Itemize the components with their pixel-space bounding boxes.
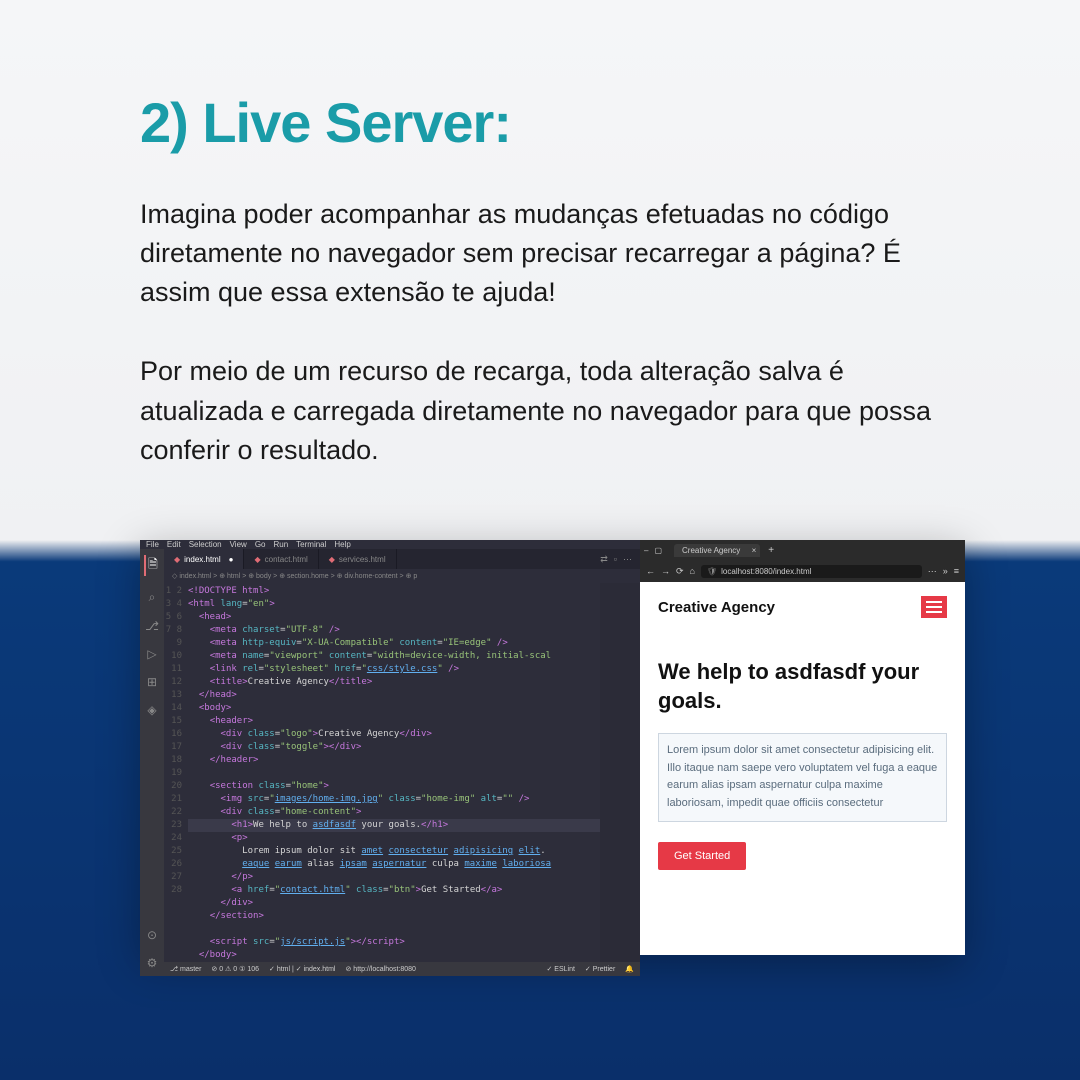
debug-icon[interactable]: ▷ [147,647,156,661]
home-icon[interactable]: ⌂ [690,566,695,576]
get-started-button[interactable]: Get Started [658,842,746,870]
explorer-icon[interactable]: 🗎 [144,555,158,576]
browser-tabstrip: – ▢ Creative Agency × + [640,540,965,560]
browser-window: – ▢ Creative Agency × + ← → ⟳ ⌂ 🛡 localh… [640,540,965,955]
back-icon[interactable]: ← [646,566,655,576]
breadcrumb[interactable]: ◇ index.html > ⊕ html > ⊕ body > ⊕ secti… [164,569,640,583]
forward-icon[interactable]: → [661,566,670,576]
editor-tabs: ◆index.html● ◆contact.html ◆services.htm… [164,549,640,569]
tab-index[interactable]: ◆index.html● [164,549,244,569]
editor-menubar: File Edit Selection View Go Run Terminal… [140,540,640,549]
menu-view[interactable]: View [230,540,247,549]
more-icon[interactable]: ⋯ [623,554,632,565]
menu-help[interactable]: Help [334,540,350,549]
extensions-icon[interactable]: ⊞ [147,675,157,689]
rendered-page: Creative Agency We help to asdfasdf your… [640,582,965,955]
reload-icon[interactable]: ⟳ [676,566,684,577]
code-area[interactable]: 1 2 3 4 5 6 7 8 9 10 11 12 13 14 15 16 1… [164,583,640,962]
menu-go[interactable]: Go [255,540,266,549]
compare-icon[interactable]: ⇄ [600,554,608,565]
status-errors[interactable]: ⊘ 0 ⚠ 0 ① 106 [211,965,259,973]
status-server[interactable]: ⊘ http://localhost:8080 [345,965,415,973]
status-lang[interactable]: ✓ html | ✓ index.html [269,965,335,973]
screenshot-container: [Extension Development Host] - ● index.h… [140,540,965,955]
tab-close-icon[interactable]: × [752,546,757,555]
account-icon[interactable]: ⊙ [147,928,157,942]
lock-icon: 🛡 [707,567,717,576]
menu-selection[interactable]: Selection [189,540,222,549]
activity-bar: 🗎 ⌕ ⎇ ▷ ⊞ ◈ ⊙ ⚙ [140,549,164,976]
source-control-icon[interactable]: ⎇ [145,619,159,633]
page-hero: We help to asdfasdf your goals. [658,658,947,715]
status-bell-icon[interactable]: 🔔 [625,965,634,973]
page-paragraph: Lorem ipsum dolor sit amet consectetur a… [658,733,947,821]
status-eslint[interactable]: ✓ ESLint [546,965,574,973]
menu-run[interactable]: Run [273,540,288,549]
paragraph-2: Por meio de um recurso de recarga, toda … [140,352,940,469]
code-content: <!DOCTYPE html> <html lang="en"> <head> … [188,583,600,962]
menu-icon[interactable]: ≡ [954,566,959,576]
new-tab-icon[interactable]: + [764,545,778,556]
menu-terminal[interactable]: Terminal [296,540,326,549]
vscode-editor: [Extension Development Host] - ● index.h… [140,540,640,955]
tab-contact[interactable]: ◆contact.html [244,549,318,569]
window-max-icon[interactable]: ▢ [654,546,662,555]
status-branch[interactable]: ⎇ master [170,965,201,973]
statusbar: ⎇ master ⊘ 0 ⚠ 0 ① 106 ✓ html | ✓ index.… [164,962,640,976]
menu-edit[interactable]: Edit [167,540,181,549]
window-min-icon[interactable]: – [644,546,648,555]
menu-file[interactable]: File [146,540,159,549]
split-icon[interactable]: ▫ [614,554,617,565]
settings-icon[interactable]: ⚙ [147,956,158,970]
url-bar[interactable]: 🛡 localhost:8080/index.html [701,565,922,578]
more-icon[interactable]: ⋯ [928,566,937,577]
section-title: 2) Live Server: [140,90,940,155]
search-icon[interactable]: ⌕ [149,590,156,605]
page-logo: Creative Agency [658,599,775,616]
browser-tab[interactable]: Creative Agency × [674,544,760,557]
docker-icon[interactable]: ◈ [147,703,156,717]
line-numbers: 1 2 3 4 5 6 7 8 9 10 11 12 13 14 15 16 1… [164,583,188,962]
status-prettier[interactable]: ✓ Prettier [585,965,615,973]
minimap[interactable] [600,583,640,962]
tab-actions: ⇄ ▫ ⋯ [600,554,640,565]
paragraph-1: Imagina poder acompanhar as mudanças efe… [140,195,940,312]
tab-services[interactable]: ◆services.html [319,549,397,569]
hamburger-icon[interactable] [921,596,947,618]
browser-toolbar: ← → ⟳ ⌂ 🛡 localhost:8080/index.html ⋯ » … [640,560,965,582]
overflow-icon[interactable]: » [943,566,948,576]
